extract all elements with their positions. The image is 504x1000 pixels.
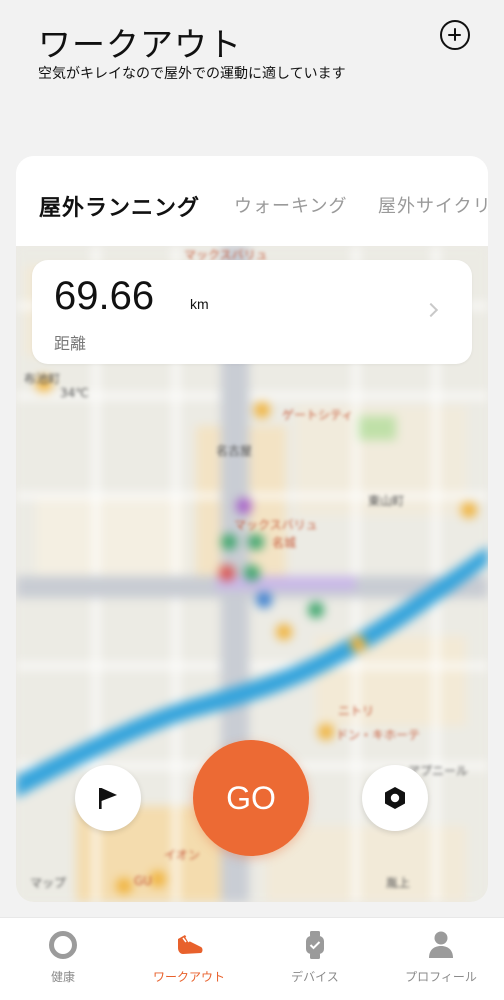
map-label: マックスバリュ [234,518,318,532]
map-label: 東山町 [368,494,405,508]
page-subtitle: 空気がキレイなので屋外での運動に適しています [38,66,346,82]
nav-label: デバイス [291,970,339,984]
ring-icon [49,931,77,959]
map-label: ドン・キホーテ [336,728,421,742]
map-label: マップ [30,876,67,890]
map-label: 名城 [272,536,297,550]
workout-card: 屋外ランニング ウォーキング 屋外サイクリ マックスバリュ 34℃ 布池町 マッ… [16,156,488,902]
workout-type-tabs: 屋外ランニング ウォーキング 屋外サイクリ [16,156,488,246]
nav-label: ワークアウト [152,970,225,984]
chevron-right-icon [423,302,439,318]
go-button[interactable]: GO [193,740,309,856]
workout-settings-button[interactable] [362,765,428,831]
header: ワークアウト 空気がキレイなので屋外での運動に適しています [0,0,504,150]
map-label: 胤上 [386,876,411,890]
bottom-navigation: 健康 ワークアウト デバイス プロフィール [0,917,504,1000]
person-icon [429,931,453,958]
tab-walking[interactable]: ウォーキング [234,192,347,218]
watch-icon [306,931,324,959]
nav-item-device[interactable]: デバイス [252,918,378,1000]
nav-label: プロフィール [405,970,477,984]
tab-outdoor-cycling[interactable]: 屋外サイクリ [378,192,488,218]
distance-label: 距離 [54,334,87,353]
map-label: ゲートシティ [282,408,354,422]
flag-button[interactable] [75,765,141,831]
nav-label: 健康 [50,970,75,984]
map-label: GU [134,874,153,888]
map-label: イオン [164,848,201,862]
hex-nut-icon [385,787,405,809]
map-label: 布池町 [24,372,61,386]
map-label: 34℃ [60,386,89,400]
map-label: ニトリ [338,704,375,718]
running-shoe-icon [178,935,203,954]
nav-item-workout[interactable]: ワークアウト [126,918,252,1000]
nav-item-profile[interactable]: プロフィール [378,918,504,1000]
distance-goal-card[interactable]: 69.66 km 距離 [32,260,472,364]
page-title: ワークアウト [38,25,242,64]
distance-value: 69.66 [54,274,155,318]
distance-unit: km [190,296,209,312]
plus-circle-icon[interactable] [440,20,470,50]
map-label: 名古屋 [216,444,253,458]
flag-icon [99,788,117,809]
tab-outdoor-running[interactable]: 屋外ランニング [39,190,200,222]
nav-item-health[interactable]: 健康 [0,918,126,1000]
